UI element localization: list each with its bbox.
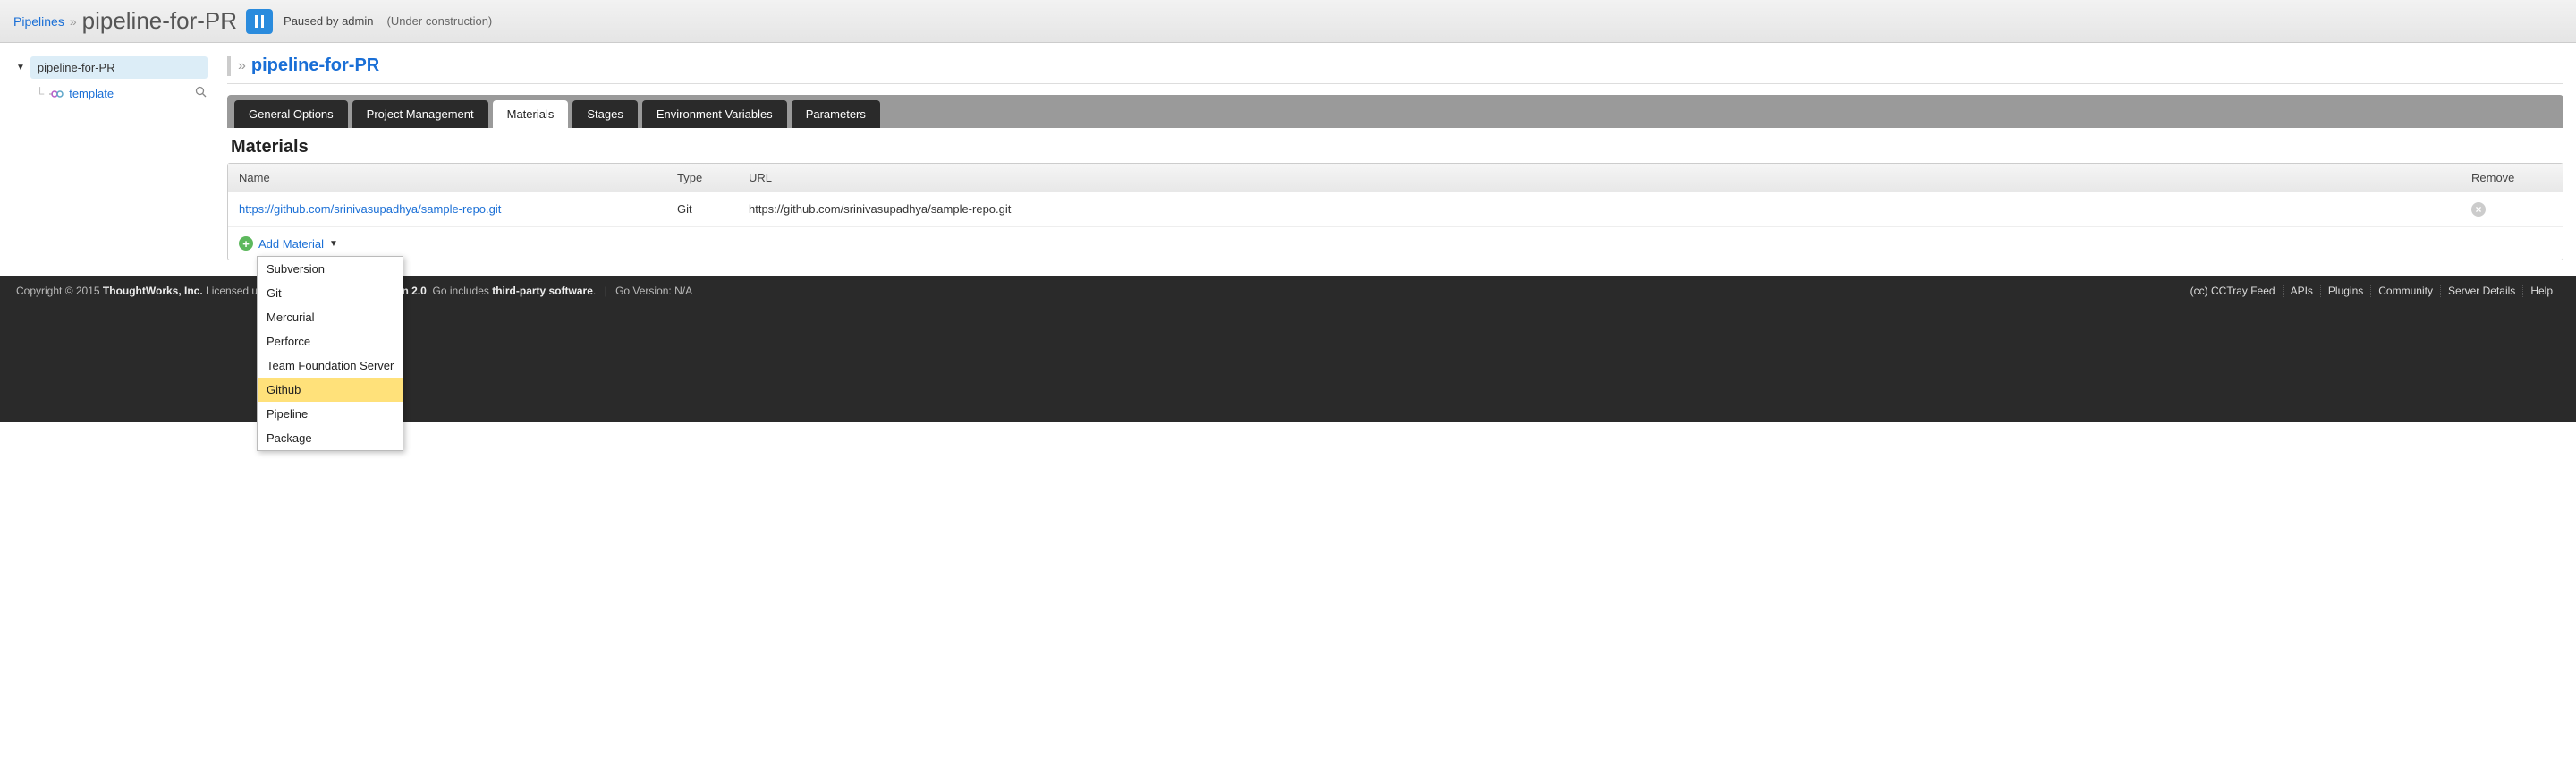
template-icon <box>47 89 64 99</box>
dropdown-item-perforce[interactable]: Perforce <box>258 329 402 353</box>
tab-environment-variables[interactable]: Environment Variables <box>642 100 787 128</box>
footer-link-apis[interactable]: APIs <box>2284 285 2321 297</box>
col-header-url: URL <box>749 171 2471 184</box>
dropdown-item-pipeline[interactable]: Pipeline <box>258 402 402 426</box>
tree-collapse-icon[interactable]: ▼ <box>16 63 25 72</box>
material-type: Git <box>677 202 749 217</box>
main-header-title: pipeline-for-PR <box>251 55 379 76</box>
search-icon[interactable] <box>195 86 208 101</box>
main-content: » pipeline-for-PR General OptionsProject… <box>215 43 2576 276</box>
dropdown-item-package[interactable]: Package <box>258 426 402 450</box>
status-note: (Under construction) <box>386 14 492 28</box>
remove-icon[interactable]: × <box>2471 202 2486 217</box>
section-title: Materials <box>231 137 2563 158</box>
header-accent-bar <box>227 56 231 76</box>
tab-general-options[interactable]: General Options <box>234 100 348 128</box>
dropdown-item-subversion[interactable]: Subversion <box>258 257 402 281</box>
tab-stages[interactable]: Stages <box>572 100 637 128</box>
dropdown-item-mercurial[interactable]: Mercurial <box>258 305 402 329</box>
go-version: Go Version: N/A <box>615 285 692 297</box>
footer-link-server-details[interactable]: Server Details <box>2441 285 2523 297</box>
sidebar: ▼ pipeline-for-PR └ template <box>0 43 215 276</box>
add-material-link[interactable]: Add Material <box>258 237 324 251</box>
pause-button[interactable] <box>246 9 273 34</box>
add-material-dropdown: SubversionGitMercurialPerforceTeam Found… <box>257 256 403 451</box>
dropdown-item-git[interactable]: Git <box>258 281 402 305</box>
table-header-row: Name Type URL Remove <box>228 164 2563 192</box>
page-title: pipeline-for-PR <box>82 7 237 35</box>
third-party-link[interactable]: third-party software <box>492 285 593 297</box>
material-url: https://github.com/srinivasupadhya/sampl… <box>749 202 2471 217</box>
paused-by-text: Paused by admin <box>284 14 373 28</box>
tab-parameters[interactable]: Parameters <box>792 100 880 128</box>
tab-materials[interactable]: Materials <box>493 100 569 128</box>
footer-divider: | <box>605 285 607 297</box>
tree-pipeline-node[interactable]: pipeline-for-PR <box>30 56 208 79</box>
tabs-bar: General OptionsProject ManagementMateria… <box>227 95 2563 128</box>
includes-prefix: . Go includes <box>427 285 492 297</box>
template-link[interactable]: template <box>69 87 114 100</box>
dropdown-item-github[interactable]: Github <box>258 378 402 402</box>
dropdown-item-team-foundation-server[interactable]: Team Foundation Server <box>258 353 402 378</box>
footer-links: (cc) CCTray FeedAPIsPluginsCommunityServ… <box>2183 285 2560 297</box>
footer-link-help[interactable]: Help <box>2523 285 2560 297</box>
tree-branch-icon: └ <box>36 87 44 100</box>
top-header: Pipelines » pipeline-for-PR Paused by ad… <box>0 0 2576 43</box>
footer-link-plugins[interactable]: Plugins <box>2321 285 2371 297</box>
chevron-down-icon[interactable]: ▼ <box>329 239 338 249</box>
breadcrumb-separator: » <box>70 14 77 29</box>
material-name-link[interactable]: https://github.com/srinivasupadhya/sampl… <box>239 202 501 216</box>
footer-link-community[interactable]: Community <box>2371 285 2441 297</box>
copyright-prefix: Copyright © 2015 <box>16 285 103 297</box>
footer-link--cc-cctray-feed[interactable]: (cc) CCTray Feed <box>2183 285 2284 297</box>
col-header-remove: Remove <box>2471 171 2552 184</box>
company-name: ThoughtWorks, Inc. <box>103 285 203 297</box>
table-footer: + Add Material ▼ SubversionGitMercurialP… <box>228 227 2563 260</box>
tab-project-management[interactable]: Project Management <box>352 100 488 128</box>
table-row: https://github.com/srinivasupadhya/sampl… <box>228 192 2563 227</box>
header-arrows-icon: » <box>238 58 246 74</box>
col-header-name: Name <box>239 171 677 184</box>
main-header: » pipeline-for-PR <box>227 55 2563 84</box>
add-icon: + <box>239 236 253 251</box>
materials-table: Name Type URL Remove https://github.com/… <box>227 163 2563 260</box>
breadcrumb-pipelines-link[interactable]: Pipelines <box>13 14 64 29</box>
col-header-type: Type <box>677 171 749 184</box>
pause-icon <box>255 15 264 28</box>
